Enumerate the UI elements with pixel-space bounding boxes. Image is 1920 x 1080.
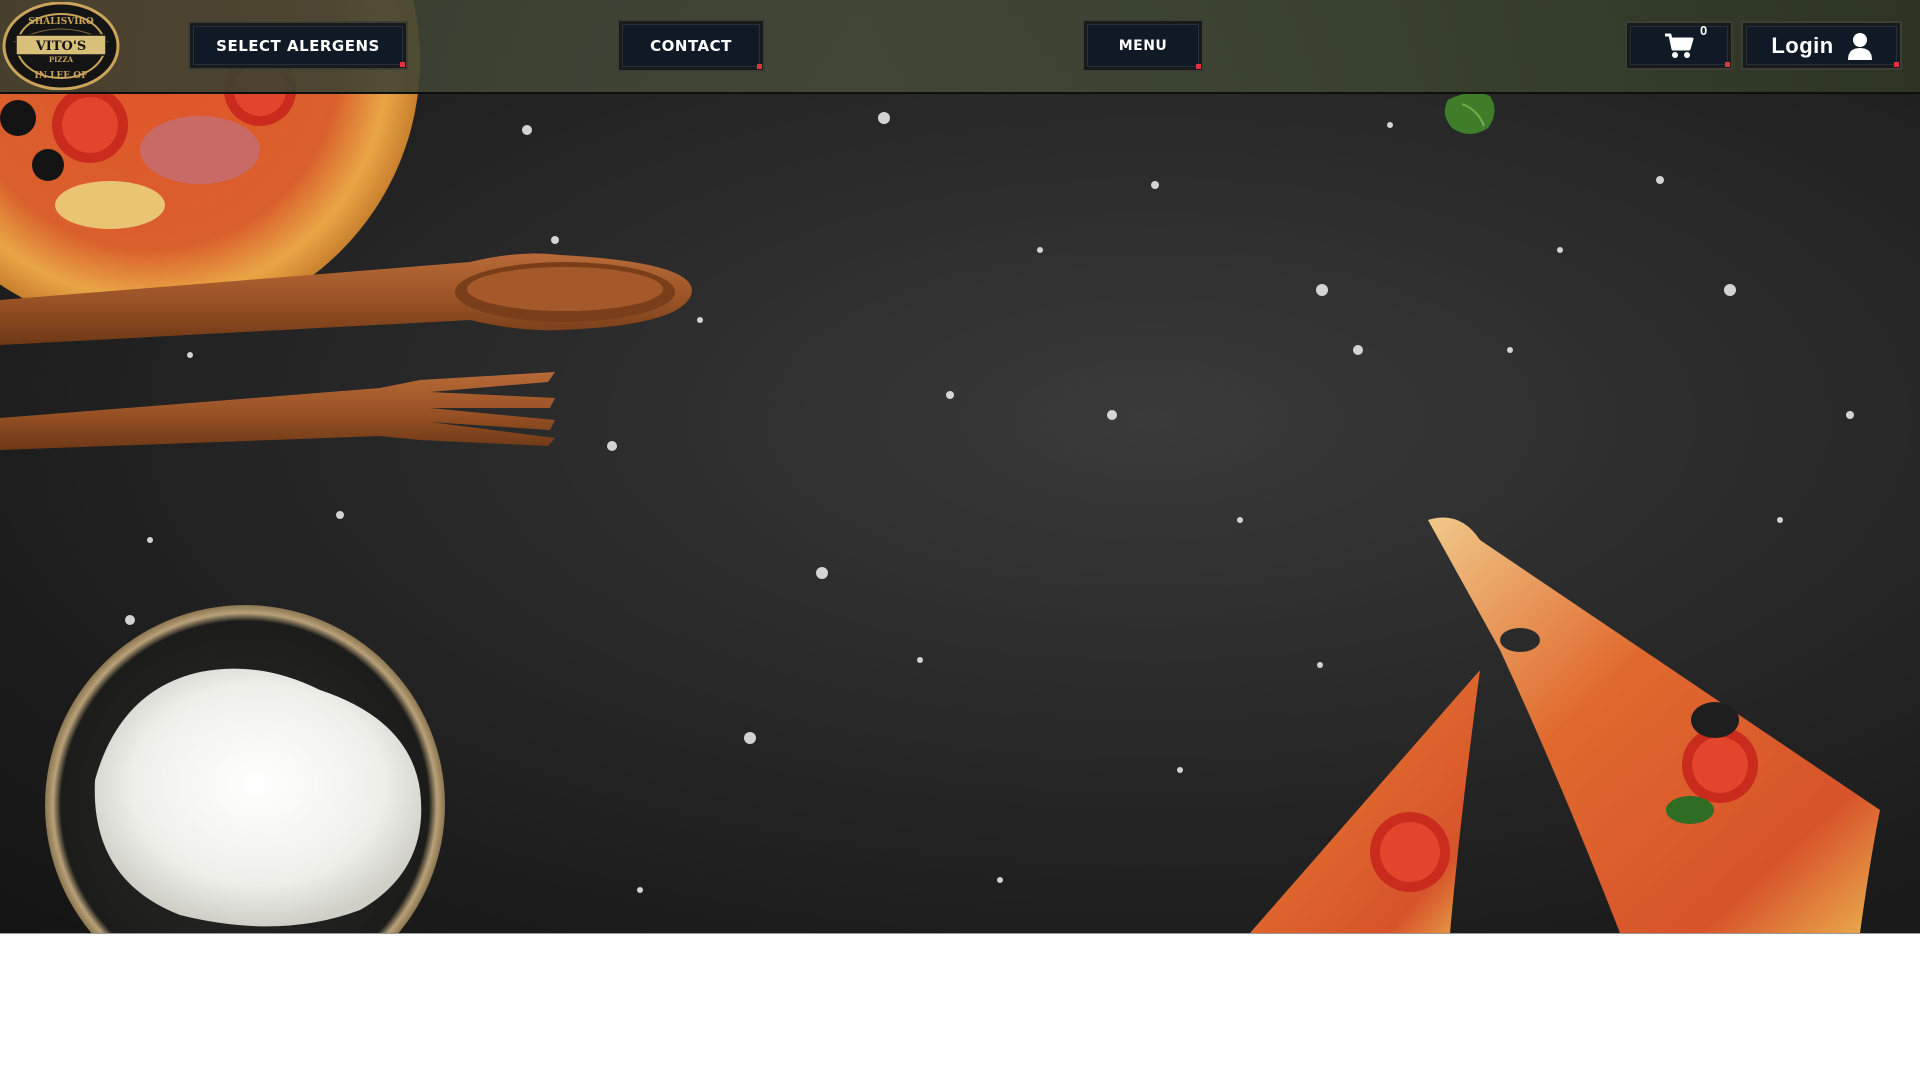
user-icon [1847, 32, 1872, 60]
select-allergens-button[interactable]: SELECT ALERGENS [190, 23, 406, 68]
contact-button[interactable]: CONTACT [619, 21, 763, 70]
cart-count-badge: 0 [1700, 22, 1708, 38]
button-corner-accent [757, 64, 762, 69]
login-label: Login [1771, 32, 1834, 58]
button-corner-accent [1196, 64, 1201, 69]
logo-emblem: SHALISVIRO VITO'SPIZZA IN LEE OF [2, 1, 120, 91]
logo-top-text: SHALISVIRO [28, 17, 94, 27]
cart-button[interactable]: 0 [1627, 23, 1731, 68]
button-corner-accent [1894, 62, 1899, 67]
logo-subtitle: PIZZA [49, 55, 74, 64]
menu-label: MENU [1118, 37, 1168, 54]
contact-label: CONTACT [650, 36, 732, 55]
page: SHALISVIRO VITO'S PIZZA IN LEE OF SELECT AL… [0, 0, 1920, 1080]
button-corner-accent [400, 62, 405, 67]
cart-icon-wrap: 0 [1664, 23, 1707, 59]
top-navigation-bar: SHALISVIRO VITO'S PIZZA IN LEE OF SELECT AL… [0, 0, 1920, 94]
login-button[interactable]: Login [1743, 23, 1900, 68]
shopping-cart-icon [1665, 33, 1694, 58]
vitos-pizza-logo[interactable]: SHALISVIRO VITO'S PIZZA IN LEE OF [2, 1, 120, 91]
hero-scene-image [0, 0, 1880, 933]
select-allergens-label: SELECT ALERGENS [216, 36, 380, 55]
logo-bottom-text: IN LEE OF [35, 71, 89, 81]
button-corner-accent [1725, 62, 1730, 67]
login-content: Login [1771, 32, 1872, 60]
menu-button[interactable]: MENU [1084, 21, 1202, 70]
logo-name: VITO'S [35, 39, 87, 54]
hero-bottom-border [0, 933, 1920, 934]
hero-background [0, 0, 1920, 933]
